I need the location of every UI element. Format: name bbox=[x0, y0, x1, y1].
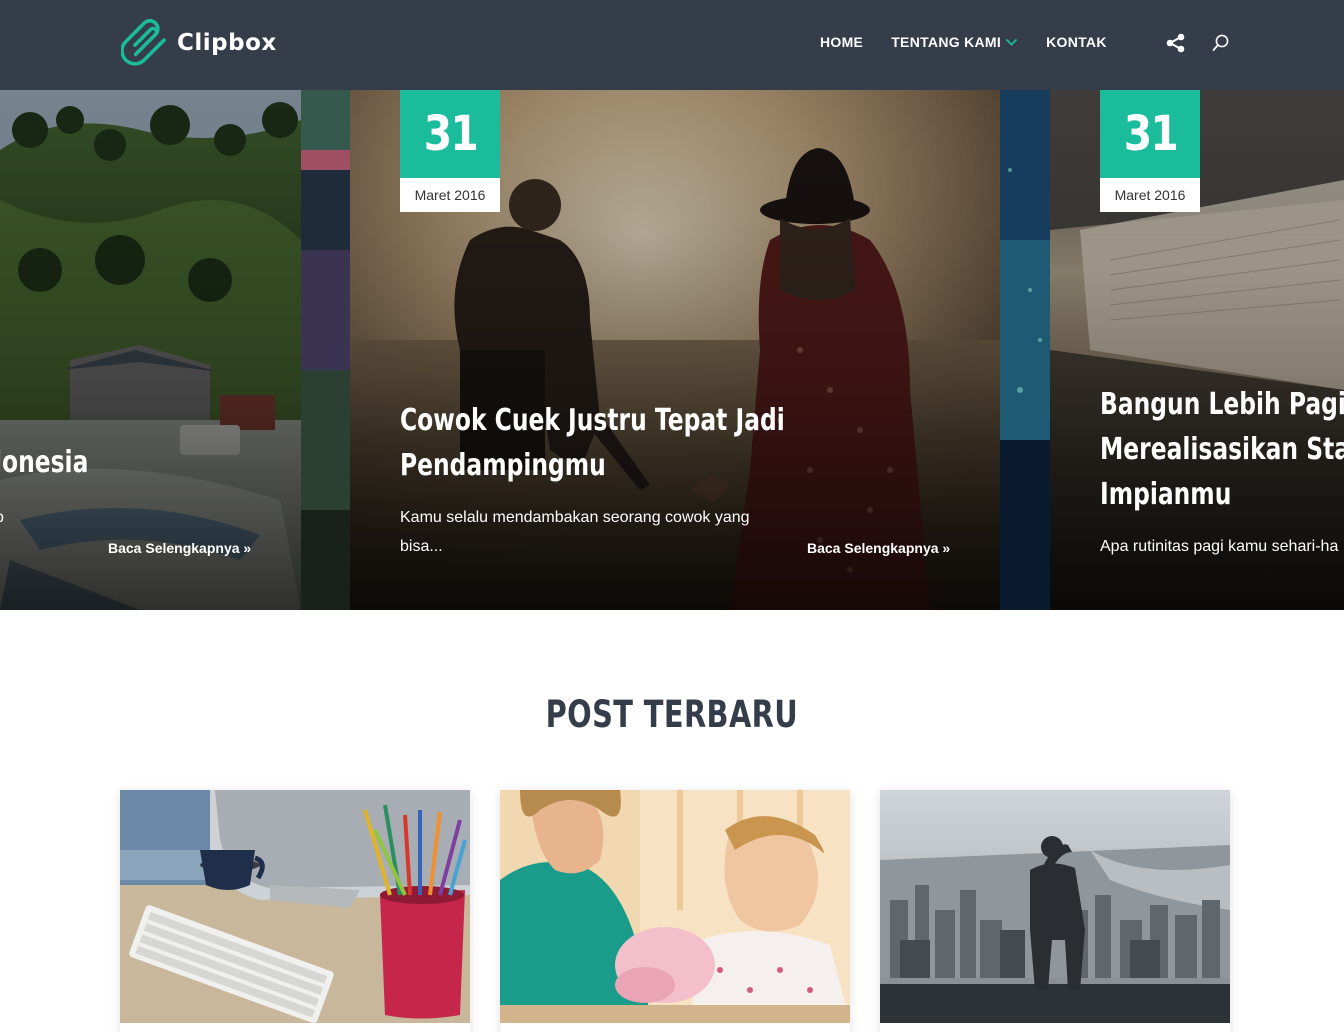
site-logo[interactable]: Clipbox bbox=[121, 18, 277, 68]
date-badge: 31 Maret 2016 bbox=[400, 90, 500, 212]
date-day-box: 31 bbox=[400, 90, 500, 178]
search-icon[interactable] bbox=[1212, 34, 1230, 59]
mother-daughter-image bbox=[500, 790, 850, 1023]
slide-right[interactable]: 31 Maret 2016 Bangun Lebih Pagi ag Merea… bbox=[1050, 90, 1344, 610]
date-day: 31 bbox=[1123, 90, 1178, 178]
date-badge: 31 Maret 2016 bbox=[1100, 90, 1200, 212]
main-nav: HOME TENTANG KAMI KONTAK bbox=[820, 34, 1135, 50]
date-month: Maret 2016 bbox=[400, 178, 500, 212]
slide-shade bbox=[0, 90, 301, 610]
post-card[interactable] bbox=[500, 790, 850, 1032]
slide-title-line: Cowok Cuek Justru Tepat Jadi bbox=[400, 403, 785, 438]
date-day: 31 bbox=[423, 90, 478, 178]
slide-excerpt-line: Kamu selalu mendambakan seorang cowok ya… bbox=[400, 509, 750, 526]
read-more-link[interactable]: Baca Selengkapnya » bbox=[807, 540, 950, 556]
slide-excerpt: p bbox=[0, 503, 4, 532]
slide-title-line: Bangun Lebih Pagi ag bbox=[1100, 387, 1344, 422]
slide-edge-image bbox=[301, 90, 350, 610]
slide-excerpt: Kamu selalu mendambakan seorang cowok ya… bbox=[400, 503, 750, 561]
slide-title[interactable]: Bangun Lebih Pagi ag Merealisasikan Star… bbox=[1100, 382, 1344, 517]
chevron-down-icon bbox=[1005, 34, 1018, 50]
nav-item-label: KONTAK bbox=[1046, 34, 1107, 50]
double-chevron-right-icon: » bbox=[942, 540, 951, 556]
slide-edge-image bbox=[1000, 90, 1050, 610]
nav-item-label: TENTANG KAMI bbox=[891, 34, 1002, 50]
nav-item-tentang-kami[interactable]: TENTANG KAMI bbox=[891, 34, 1018, 50]
featured-slider: lonesia p Baca Selengkapnya » bbox=[0, 90, 1344, 610]
desk-image bbox=[120, 790, 470, 1023]
slide-excerpt-line: bisa... bbox=[400, 538, 443, 555]
date-day-box: 31 bbox=[1100, 90, 1200, 178]
slide-center[interactable]: 31 Maret 2016 Cowok Cuek Justru Tepat Ja… bbox=[350, 90, 1000, 610]
read-more-link[interactable]: Baca Selengkapnya » bbox=[108, 540, 251, 556]
slide-title-line: Impianmu bbox=[1100, 477, 1232, 512]
nav-item-label: HOME bbox=[820, 34, 864, 50]
city-businessman-image bbox=[880, 790, 1230, 1023]
slide-title-line: Pendampingmu bbox=[400, 448, 606, 483]
read-more-label: Baca Selengkapnya bbox=[807, 540, 939, 556]
slide-excerpt: Apa rutinitas pagi kamu sehari-ha bbox=[1100, 538, 1339, 555]
double-chevron-right-icon: » bbox=[243, 540, 252, 556]
slide-left[interactable]: lonesia p Baca Selengkapnya » bbox=[0, 90, 301, 610]
read-more-label: Baca Selengkapnya bbox=[108, 540, 240, 556]
nav-item-kontak[interactable]: KONTAK bbox=[1046, 34, 1107, 50]
section-title-text: POST TERBARU bbox=[545, 693, 799, 736]
slide-title[interactable]: Cowok Cuek Justru Tepat Jadi Pendampingm… bbox=[400, 398, 785, 488]
slide-title-line: Merealisasikan Startu bbox=[1100, 432, 1344, 467]
paperclip-icon bbox=[121, 19, 166, 66]
date-month: Maret 2016 bbox=[1100, 178, 1200, 212]
section-title: POST TERBARU bbox=[0, 693, 1344, 736]
post-card[interactable] bbox=[120, 790, 470, 1032]
post-card[interactable] bbox=[880, 790, 1230, 1032]
share-icon[interactable] bbox=[1166, 33, 1185, 58]
slide-title[interactable]: lonesia bbox=[0, 440, 88, 485]
site-header: Clipbox HOME TENTANG KAMI KONTAK bbox=[0, 0, 1344, 90]
nav-item-home[interactable]: HOME bbox=[820, 34, 863, 50]
logo-text: Clipbox bbox=[177, 30, 277, 56]
